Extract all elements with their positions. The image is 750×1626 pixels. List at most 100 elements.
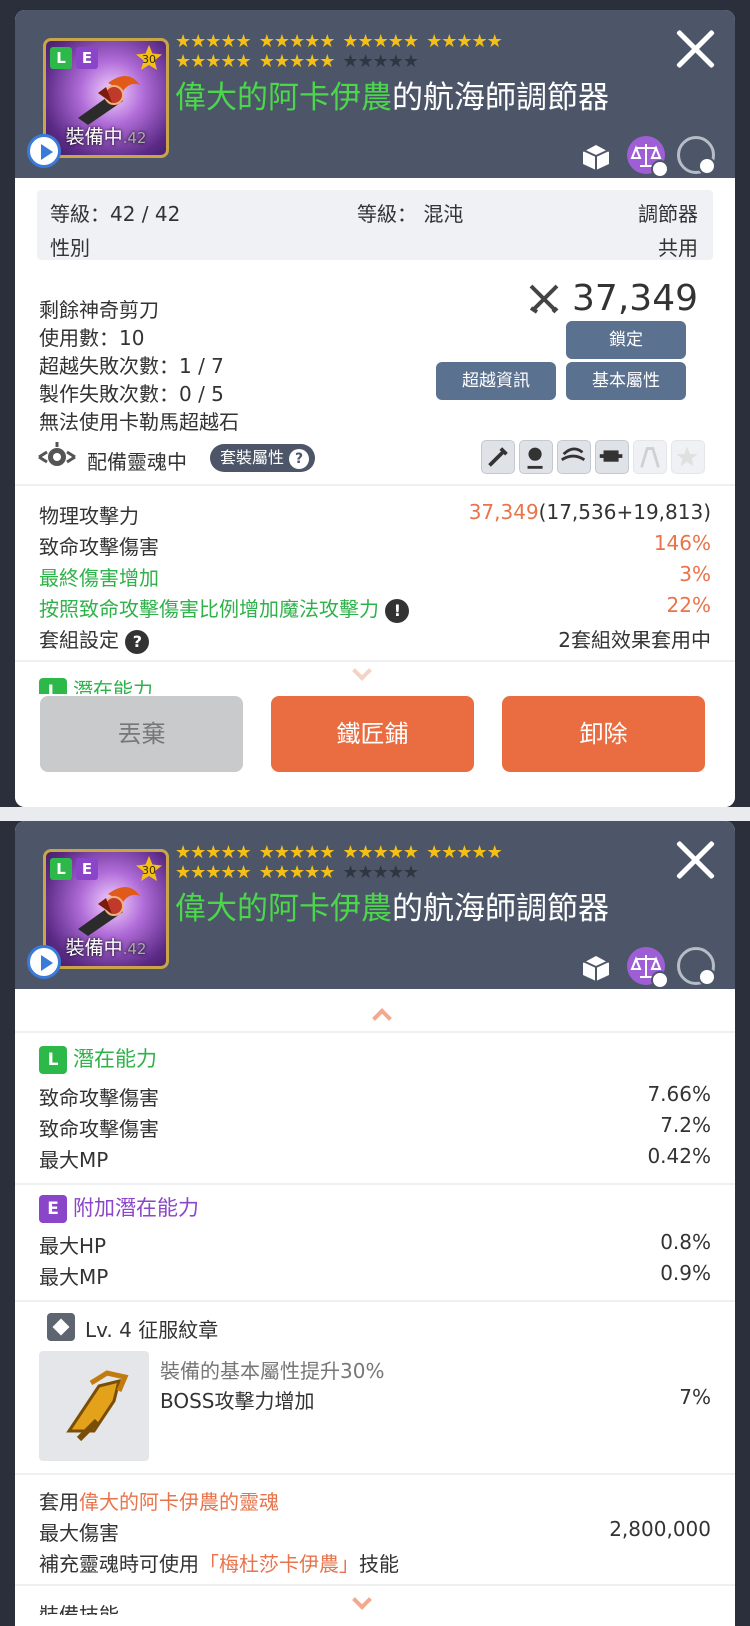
header-icon-bar	[577, 947, 716, 989]
star-level-badge: 30	[136, 45, 162, 70]
lock-button[interactable]: 鎖定	[566, 321, 686, 359]
potential-title-text: 潛在能力	[73, 1047, 157, 1071]
scale-icon[interactable]	[627, 947, 669, 989]
hammer-icon[interactable]	[677, 947, 716, 986]
base-stats-button[interactable]: 基本屬性	[566, 362, 686, 400]
skull-slot-icon[interactable]	[519, 440, 553, 474]
disabled-mark-icon	[651, 160, 669, 178]
item-title-green: 偉大的阿卡伊農	[175, 80, 392, 116]
potential-line-name: 致命攻擊傷害	[39, 1086, 159, 1110]
empty-slot-icon[interactable]	[633, 440, 667, 474]
item-detail-panel-bottom: L E 30 裝備中.42 ★★★★★ ★★★★★ ★★★★★ ★★★★★ ★★★★★…	[15, 821, 735, 1626]
potential-line-value: 0.42%	[647, 1144, 711, 1168]
disabled-mark-icon	[698, 157, 716, 175]
star-group: ★★★★★	[342, 31, 419, 52]
gem-slot-icon[interactable]	[595, 440, 629, 474]
wind-slot-icon[interactable]	[557, 440, 591, 474]
add-potential-line-value: 0.8%	[660, 1230, 711, 1254]
grade-label: 等級： 混沌	[357, 202, 464, 226]
divider	[15, 484, 735, 486]
close-button[interactable]	[673, 837, 719, 883]
play-preview-button[interactable]	[27, 945, 61, 979]
item-body: 等級：42 / 42 等級： 混沌 調節器 性別 共用 剩餘神奇剪刀 使用數：1…	[15, 178, 735, 807]
gender-label: 性別	[50, 236, 90, 260]
gap	[0, 807, 750, 821]
divider	[15, 1473, 735, 1475]
share-icon[interactable]	[577, 136, 615, 174]
blacksmith-button[interactable]: 鐵匠鋪	[271, 696, 474, 772]
no-stone-label: 無法使用卡勒馬超越石	[39, 410, 239, 434]
star-group: ★★★★★	[426, 842, 503, 863]
emblem-title: Lv. 4 征服紋章	[85, 1318, 219, 1342]
star-group: ★★★★★	[426, 31, 503, 52]
star-slot-icon[interactable]	[671, 440, 705, 474]
scissors-label: 剩餘神奇剪刀	[39, 298, 159, 322]
emblem-line2: BOSS攻擊力增加	[160, 1389, 315, 1413]
unequip-button[interactable]: 卸除	[502, 696, 705, 772]
item-body: L 潛在能力 致命攻擊傷害 7.66% 致命攻擊傷害 7.2% 最大MP 0.42…	[15, 989, 735, 1626]
item-title-green: 偉大的阿卡伊農	[175, 891, 392, 927]
potential-line-value: 7.2%	[660, 1113, 711, 1137]
emblem-icon	[39, 1351, 149, 1461]
close-button[interactable]	[673, 26, 719, 72]
star-group: ★★★★★	[258, 862, 336, 883]
info-icon[interactable]: !	[385, 598, 410, 623]
gender-value: 共用	[658, 236, 698, 260]
item-header: L E 30 裝備中.42 ★★★★★ ★★★★★ ★★★★★ ★★★★★ ★★★★★…	[15, 10, 735, 178]
attr-value: 22%	[666, 593, 711, 617]
soul-label: 配備靈魂中	[87, 450, 187, 474]
hammer-icon[interactable]	[677, 136, 716, 175]
attr-value-orange: 37,349	[468, 500, 539, 524]
play-preview-button[interactable]	[27, 134, 61, 168]
attr-name: 物理攻擊力	[39, 504, 139, 528]
starforce-stars: ★★★★★ ★★★★★ ★★★★★ ★★★★★ ★★★★★ ★★★★★ ★★★★★	[175, 843, 615, 883]
scale-icon[interactable]	[627, 136, 669, 178]
discard-button[interactable]: 丟棄	[40, 696, 243, 772]
set-setting-label: 套組設定 ?	[39, 624, 150, 654]
emblem-line2-value: 7%	[679, 1385, 711, 1409]
epic-tag: E	[39, 1195, 67, 1223]
add-potential-line-name: 最大HP	[39, 1234, 107, 1258]
item-header: L E 30 裝備中.42 ★★★★★ ★★★★★ ★★★★★ ★★★★★ ★★★★★…	[15, 821, 735, 989]
swords-icon	[529, 284, 559, 314]
soul-apply-prefix: 套用	[39, 1490, 79, 1514]
combat-power-value: 37,349	[572, 278, 698, 319]
scroll-down-icon[interactable]	[352, 1590, 372, 1610]
level-label: 等級：42 / 42	[50, 202, 181, 226]
equip-skill-peek: 裝備技能	[39, 1603, 119, 1615]
add-potential-title: E 附加潛在能力	[39, 1192, 199, 1223]
star-group: ★★★★★	[258, 31, 336, 52]
item-icon[interactable]: L E 30 裝備中.42	[43, 38, 169, 158]
set-setting-text: 套組設定	[39, 628, 119, 652]
potential-peek: L 潛在能力	[39, 674, 153, 694]
starforce-stars: ★★★★★ ★★★★★ ★★★★★ ★★★★★ ★★★★★ ★★★★★ ★★★★★	[175, 32, 615, 72]
item-title: 偉大的阿卡伊農的航海師調節器	[175, 72, 609, 117]
disabled-mark-icon	[698, 968, 716, 986]
potential-title: L 潛在能力	[39, 1043, 157, 1074]
star-group: ★★★★★	[258, 842, 336, 863]
soul-skill-line: 補充靈魂時可使用「梅杜莎卡伊農」技能	[39, 1548, 399, 1577]
legendary-tag: L	[39, 1046, 67, 1074]
star-group: ★★★★★	[175, 862, 252, 883]
share-icon[interactable]	[577, 947, 615, 985]
attr-name-text: 按照致命攻擊傷害比例增加魔法攻擊力	[39, 597, 379, 621]
star-group: ★★★★★	[258, 51, 336, 72]
scroll-up-icon[interactable]	[372, 1008, 392, 1028]
item-icon[interactable]: L E 30 裝備中.42	[43, 849, 169, 969]
equipped-label: 裝備中.42	[46, 122, 166, 149]
help-icon[interactable]: ?	[125, 629, 150, 654]
uses-label: 使用數：10	[39, 326, 145, 350]
equipped-text: 裝備中	[65, 937, 123, 959]
star-group-empty: ★★★★★	[342, 51, 419, 72]
legendary-tag: L	[50, 47, 72, 69]
star-level-badge: 30	[136, 856, 162, 881]
divider	[15, 1183, 735, 1185]
attr-value: 37,349(17,536+19,813)	[469, 500, 711, 524]
potential-line-name: 致命攻擊傷害	[39, 1117, 159, 1141]
soul-apply-line: 套用偉大的阿卡伊農的靈魂	[39, 1486, 279, 1515]
scroll-down-icon[interactable]	[352, 661, 372, 681]
exceed-fail-label: 超越失敗次數：1 / 7	[39, 354, 224, 378]
exceed-info-button[interactable]: 超越資訊	[436, 362, 556, 400]
sword-slot-icon[interactable]	[481, 440, 515, 474]
set-attr-badge[interactable]: 套裝屬性 ?	[210, 444, 316, 472]
